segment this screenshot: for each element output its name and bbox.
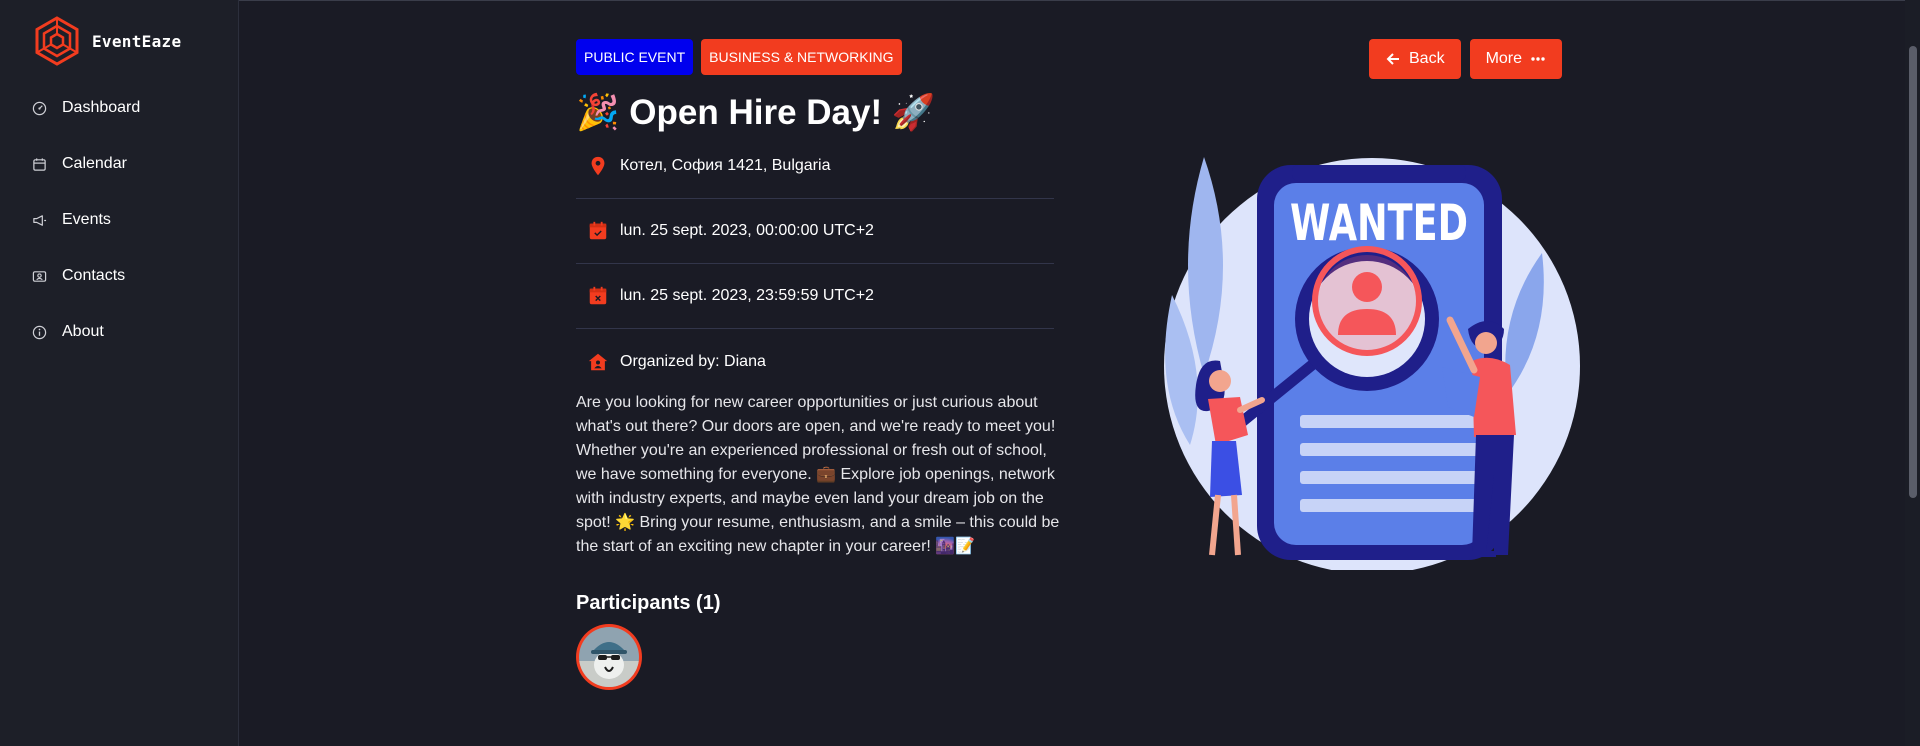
wanted-text: WANTED <box>1290 194 1468 252</box>
event-description: Are you looking for new career opportuni… <box>576 394 1060 555</box>
sidebar-item-label: Contacts <box>62 267 126 284</box>
sidebar-item-label: About <box>62 323 104 340</box>
participants-heading: Participants (1) <box>576 592 721 614</box>
event-organizer: Organized by: Diana <box>620 352 766 370</box>
sidebar-item-about[interactable]: About <box>0 304 239 360</box>
ellipsis-icon <box>1531 57 1545 61</box>
end-date-row: lun. 25 sept. 2023, 23:59:59 UTC+2 <box>576 264 1054 329</box>
calendar-x-icon <box>582 280 614 312</box>
sidebar-item-calendar[interactable]: Calendar <box>0 136 239 192</box>
sidebar-item-label: Dashboard <box>62 99 141 116</box>
participant-avatar[interactable] <box>576 624 642 690</box>
sidebar-nav: Dashboard Calendar Events Contacts About <box>0 80 239 360</box>
more-button-label: More <box>1485 50 1523 67</box>
visibility-badge: PUBLIC EVENT <box>576 39 694 75</box>
sidebar-item-dashboard[interactable]: Dashboard <box>0 80 239 136</box>
back-button-label: Back <box>1409 50 1445 67</box>
logo-icon <box>35 16 79 66</box>
scrollbar-thumb[interactable] <box>1909 46 1917 498</box>
house-user-icon <box>582 346 614 378</box>
app-logo[interactable]: EventEaze <box>33 16 181 66</box>
calendar-check-icon <box>582 215 614 247</box>
location-row: Котел, София 1421, Bulgaria <box>576 134 1054 199</box>
event-end: lun. 25 sept. 2023, 23:59:59 UTC+2 <box>620 287 874 304</box>
event-start: lun. 25 sept. 2023, 00:00:00 UTC+2 <box>620 222 874 239</box>
start-date-row: lun. 25 sept. 2023, 00:00:00 UTC+2 <box>576 199 1054 264</box>
calendar-icon <box>33 157 46 171</box>
back-button[interactable]: Back <box>1369 39 1461 79</box>
arrow-left-icon <box>1386 53 1399 65</box>
event-actions: Back More <box>1369 39 1563 79</box>
participant-photo <box>579 627 639 687</box>
sidebar-item-contacts[interactable]: Contacts <box>0 248 239 304</box>
event-location: Котел, София 1421, Bulgaria <box>620 157 831 174</box>
sidebar: EventEaze Dashboard Calendar Events Cont… <box>0 0 239 746</box>
event-title: 🎉 Open Hire Day! 🚀 <box>576 92 936 132</box>
event-details: PUBLIC EVENT BUSINESS & NETWORKING Back … <box>240 0 1920 746</box>
organizer-row: Organized by: Diana <box>576 329 1054 394</box>
hiring-illustration: WANTED <box>1164 157 1580 570</box>
event-badges: PUBLIC EVENT BUSINESS & NETWORKING <box>576 39 902 75</box>
sidebar-item-events[interactable]: Events <box>0 192 239 248</box>
megaphone-icon <box>33 214 47 226</box>
map-pin-icon <box>582 150 614 182</box>
app-name: EventEaze <box>92 31 182 51</box>
more-button[interactable]: More <box>1469 39 1563 79</box>
dashboard-icon <box>32 101 47 115</box>
sidebar-item-label: Calendar <box>62 155 127 172</box>
event-title-row: 🎉 Open Hire Day! 🚀 <box>576 88 935 136</box>
info-icon <box>32 325 47 339</box>
category-badge: BUSINESS & NETWORKING <box>701 39 902 75</box>
sidebar-item-label: Events <box>62 211 111 228</box>
contacts-icon <box>32 270 47 282</box>
